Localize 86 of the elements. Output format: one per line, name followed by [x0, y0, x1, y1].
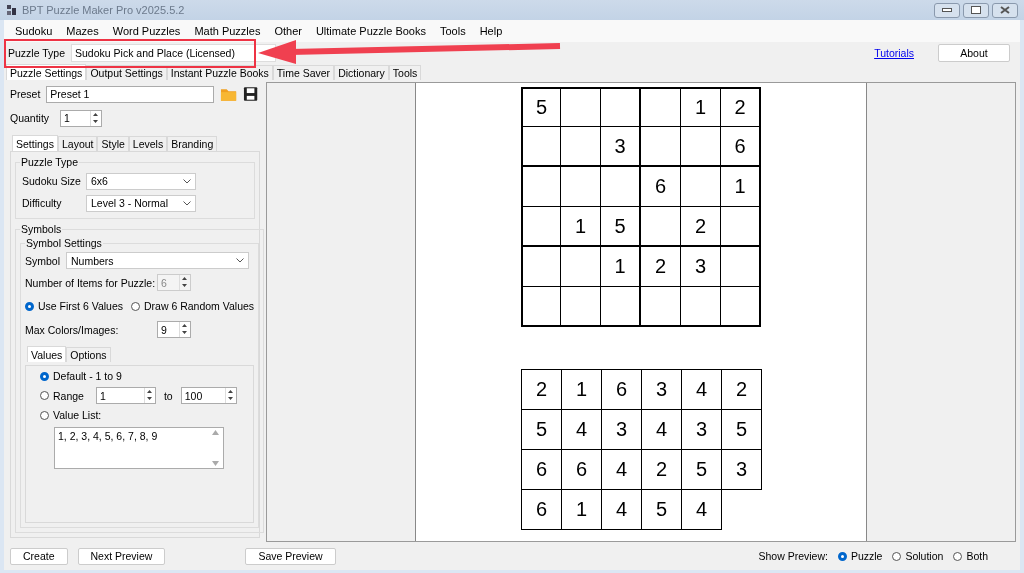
preset-label: Preset — [10, 88, 41, 100]
spin-field[interactable]: 1 — [60, 109, 102, 127]
number-tile: 4 — [681, 489, 722, 530]
to-label: to — [163, 389, 173, 402]
spin-arrows-icon[interactable] — [225, 388, 235, 402]
grid-cell: 6 — [641, 167, 681, 207]
grid-cell: 1 — [561, 207, 601, 247]
menu-item[interactable]: Ultimate Puzzle Books — [308, 25, 433, 37]
tab[interactable]: Time Saver — [272, 65, 335, 80]
spin-field[interactable]: 9 — [157, 321, 191, 338]
tutorials-link[interactable]: Tutorials — [874, 47, 914, 59]
spin-field[interactable]: 100 — [180, 387, 237, 404]
tab[interactable]: Dictionary — [334, 65, 389, 80]
radio-button[interactable]: Use First 6 Values — [25, 300, 123, 312]
grid-cell: 5 — [521, 87, 561, 127]
spin-arrows-icon[interactable] — [91, 110, 100, 125]
dropdown[interactable]: Numbers — [66, 252, 249, 269]
tab[interactable]: Options — [66, 347, 111, 362]
spin-arrows-icon[interactable] — [144, 388, 154, 402]
maximize-button[interactable] — [963, 2, 989, 18]
spin-field[interactable]: 1 — [95, 387, 156, 404]
preset-field[interactable]: Preset 1 — [46, 85, 214, 103]
minimize-icon — [942, 8, 952, 12]
grid-cell: 2 — [721, 87, 761, 127]
tab[interactable]: Branding — [167, 136, 218, 151]
grid-cell: 1 — [721, 167, 761, 207]
grid-cell: 2 — [641, 247, 681, 287]
chevron-icon — [183, 200, 191, 206]
number-tile: 2 — [721, 369, 762, 410]
menu-item[interactable]: Help — [472, 25, 510, 37]
about-button[interactable]: About — [938, 44, 1010, 62]
menu-item[interactable]: Sudoku — [8, 25, 60, 37]
action-button[interactable]: Create — [10, 547, 68, 565]
field-label: Max Colors/Images: — [25, 323, 120, 336]
spin-arrows-icon[interactable] — [180, 322, 189, 336]
radio-button[interactable]: Draw 6 Random Values — [131, 300, 255, 312]
show-preview-label: Show Preview: — [758, 550, 828, 562]
number-tile: 3 — [721, 449, 762, 490]
grid-cell: 1 — [601, 247, 641, 287]
radio-button[interactable]: Puzzle — [837, 550, 883, 562]
tab[interactable]: Values — [27, 346, 67, 362]
window-title: BPT Puzzle Maker Pro v2025.5.2 — [22, 4, 185, 16]
symbol-label: Symbol — [25, 254, 60, 267]
tab[interactable]: Tools — [388, 65, 422, 80]
menu-item[interactable]: Math Puzzles — [187, 25, 268, 37]
number-tile: 2 — [521, 369, 562, 410]
radio-button[interactable]: Both — [953, 550, 988, 562]
close-button[interactable] — [992, 2, 1018, 18]
quantity-label: Quantity — [10, 112, 51, 124]
grid-cell: 3 — [601, 127, 641, 167]
dropdown[interactable]: Level 3 - Normal — [86, 194, 196, 212]
grid-cell: 5 — [601, 207, 641, 247]
menu-item[interactable]: Other — [267, 25, 309, 37]
close-icon — [1000, 6, 1010, 14]
dropdown[interactable]: 6x6 — [86, 172, 196, 190]
radio-button[interactable]: Range — [40, 389, 84, 402]
number-tile: 6 — [521, 489, 562, 530]
group-title: Symbol Settings — [25, 237, 103, 249]
grid-cell: 6 — [721, 127, 761, 167]
action-button[interactable]: Save Preview — [245, 547, 336, 565]
chevron-icon — [183, 178, 191, 184]
grid-cell: 3 — [681, 247, 721, 287]
chevron-icon — [236, 258, 244, 263]
action-button[interactable]: Next Preview — [77, 547, 166, 565]
menu-item[interactable]: Mazes — [59, 25, 106, 37]
grid-cell: 2 — [681, 207, 721, 247]
grid-cell: 1 — [681, 87, 721, 127]
puzzle-type-label: Puzzle Type — [8, 47, 65, 59]
menu-item[interactable]: Tools — [432, 25, 473, 37]
field-label: Difficulty — [22, 197, 63, 209]
field-label: Sudoku Size — [22, 175, 80, 187]
radio-button[interactable]: Solution — [892, 550, 944, 562]
puzzle-type-field[interactable]: Sudoku Pick and Place (Licensed) — [71, 44, 276, 62]
group-title: Puzzle Type — [20, 156, 79, 168]
tab[interactable]: Style — [97, 136, 129, 151]
save-icon[interactable] — [242, 86, 258, 102]
group-title: Symbols — [20, 223, 63, 235]
app-icon — [6, 4, 18, 16]
minimize-button[interactable] — [934, 2, 960, 18]
menu-item[interactable]: Word Puzzles — [105, 25, 188, 37]
tab[interactable]: Levels — [128, 136, 168, 151]
tab[interactable]: Layout — [57, 136, 98, 151]
radio-button[interactable]: Default - 1 to 9 — [40, 370, 122, 382]
tab[interactable]: Settings — [12, 135, 58, 151]
radio-button[interactable]: Value List: — [40, 409, 240, 421]
maximize-icon — [971, 6, 981, 14]
